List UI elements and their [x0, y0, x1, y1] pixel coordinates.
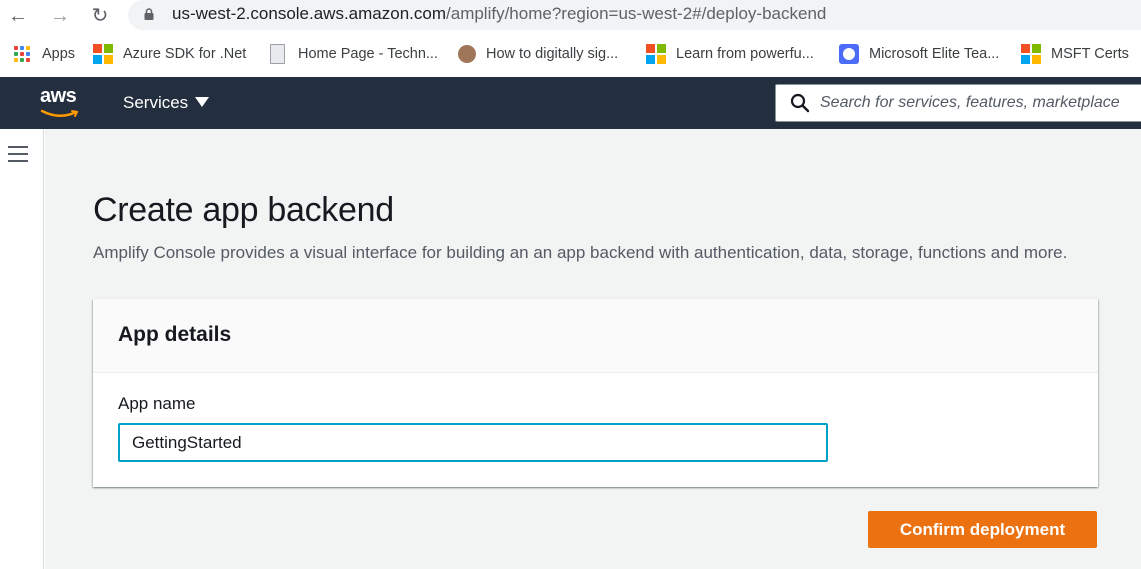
back-arrow-icon[interactable]: ←	[6, 5, 30, 27]
reload-icon[interactable]: ↻	[88, 5, 112, 27]
bookmark-label: Home Page - Techn...	[298, 46, 438, 62]
aws-logo[interactable]: aws	[40, 85, 77, 108]
main-content: Create app backend Amplify Console provi…	[45, 129, 1141, 569]
bookmark-label: Learn from powerfu...	[676, 46, 814, 62]
microsoft-logo-icon	[646, 44, 666, 64]
panel-header: App details	[93, 299, 1098, 373]
bookmark-learn-from-powerful[interactable]: Learn from powerfu...	[646, 44, 814, 64]
side-navigation-rail	[0, 129, 44, 569]
services-menu[interactable]: Services	[123, 93, 188, 113]
bookmark-label: Microsoft Elite Tea...	[869, 46, 1000, 62]
hamburger-menu-icon[interactable]	[8, 146, 28, 162]
bookmark-microsoft-elite[interactable]: Microsoft Elite Tea...	[839, 44, 999, 64]
url-bar[interactable]: us-west-2.console.aws.amazon.com/amplify…	[128, 0, 1141, 30]
aws-smile-icon	[40, 109, 79, 117]
browser-address-bar: ← → ↻ us-west-2.console.aws.amazon.com/a…	[0, 0, 1141, 34]
bookmark-digitally-sign[interactable]: How to digitally sig...	[457, 44, 618, 64]
bookmark-msft-certs[interactable]: MSFT Certs	[1021, 44, 1129, 64]
page-description: Amplify Console provides a visual interf…	[93, 243, 1068, 262]
url-text: us-west-2.console.aws.amazon.com/amplify…	[172, 4, 826, 24]
bookmarks-bar: Apps Azure SDK for .Net Home Page - Tech…	[0, 38, 1141, 70]
caret-down-icon[interactable]	[195, 97, 209, 107]
forward-arrow-icon[interactable]: →	[48, 5, 72, 27]
url-host: us-west-2.console.aws.amazon.com	[172, 4, 447, 23]
bookmark-label: How to digitally sig...	[486, 46, 619, 62]
avatar-icon	[458, 45, 476, 63]
app-name-label: App name	[118, 394, 196, 413]
aws-search-box[interactable]: Search for services, features, marketpla…	[775, 84, 1141, 122]
bookmark-azure-sdk[interactable]: Azure SDK for .Net	[93, 44, 246, 64]
page-title: Create app backend	[93, 191, 394, 229]
app-name-input[interactable]	[118, 423, 828, 462]
apps-grid-icon	[12, 44, 32, 64]
bookmark-label: Azure SDK for .Net	[123, 46, 247, 62]
bookmark-label: MSFT Certs	[1051, 46, 1129, 62]
bookmark-apps[interactable]: Apps	[12, 44, 75, 64]
microsoft-logo-icon	[1021, 44, 1041, 64]
check-badge-icon	[839, 44, 859, 64]
app-details-panel: App details App name	[93, 299, 1098, 487]
panel-title: App details	[118, 323, 232, 346]
search-icon	[790, 93, 810, 113]
lock-icon	[144, 8, 154, 20]
microsoft-logo-icon	[93, 44, 113, 64]
document-icon	[270, 44, 285, 64]
url-path: /amplify/home?region=us-west-2#/deploy-b…	[446, 4, 827, 23]
aws-console-header: aws Services Search for services, featur…	[0, 77, 1141, 129]
confirm-deployment-button[interactable]: Confirm deployment	[868, 511, 1097, 548]
bookmark-label: Apps	[42, 46, 76, 62]
bookmark-home-page[interactable]: Home Page - Techn...	[268, 44, 438, 64]
search-placeholder: Search for services, features, marketpla…	[820, 94, 1120, 111]
